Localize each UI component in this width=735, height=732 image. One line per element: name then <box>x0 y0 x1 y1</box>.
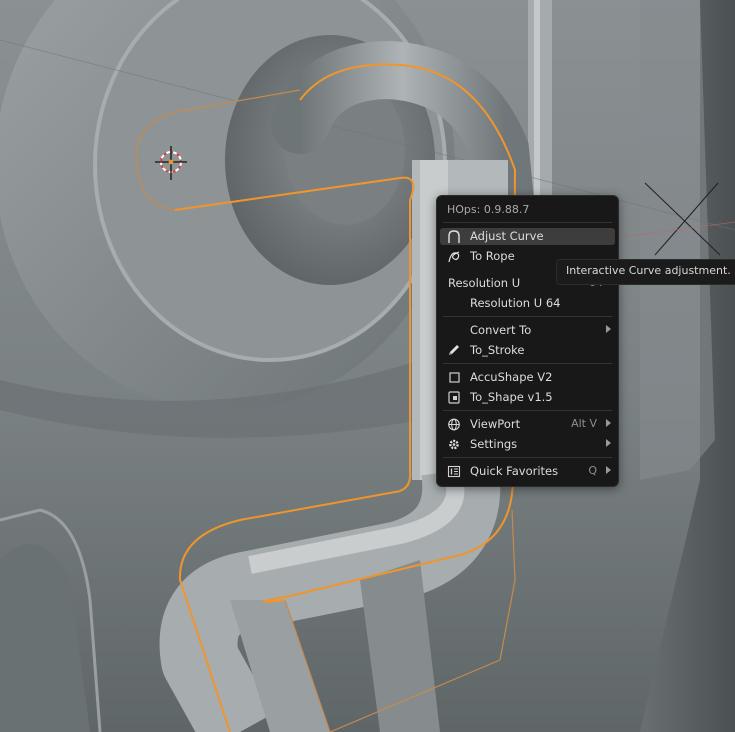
quick-favorites-shortcut: Q <box>588 464 597 477</box>
shape-icon <box>447 391 461 404</box>
viewport-shortcut: Alt V <box>571 417 597 430</box>
menu-item-to-shape[interactable]: To_Shape v1.5 <box>440 389 615 406</box>
menu-item-resolution-u-64[interactable]: Resolution U 64 <box>440 295 615 312</box>
square-outline-icon <box>447 371 461 384</box>
menu-divider <box>443 457 612 458</box>
submenu-arrow-icon <box>606 325 611 333</box>
accushape-label: AccuShape V2 <box>470 370 553 384</box>
3d-viewport[interactable]: HOps: 0.9.88.7 Adjust Curve To Rope Reso… <box>0 0 735 732</box>
submenu-arrow-icon <box>606 439 611 447</box>
viewport-scene <box>0 0 735 732</box>
menu-item-accushape[interactable]: AccuShape V2 <box>440 369 615 386</box>
menu-divider <box>443 363 612 364</box>
menu-divider <box>443 410 612 411</box>
menu-item-quick-favorites[interactable]: Quick Favorites Q <box>440 463 615 480</box>
resolution-u-label: Resolution U <box>448 276 521 290</box>
quick-favorites-label: Quick Favorites <box>470 464 559 478</box>
menu-title: HOps: 0.9.88.7 <box>447 203 530 216</box>
menu-item-settings[interactable]: Settings <box>440 436 615 453</box>
menu-item-viewport[interactable]: ViewPort Alt V <box>440 416 615 433</box>
submenu-arrow-icon <box>606 419 611 427</box>
to-rope-label: To Rope <box>470 249 515 263</box>
globe-icon <box>447 418 461 431</box>
adjust-curve-label: Adjust Curve <box>470 229 544 243</box>
hops-context-menu: HOps: 0.9.88.7 Adjust Curve To Rope Reso… <box>436 195 619 487</box>
menu-item-to-stroke[interactable]: To_Stroke <box>440 342 615 359</box>
rope-icon <box>447 250 461 263</box>
menu-divider <box>443 316 612 317</box>
curve-arch-icon <box>447 230 461 243</box>
resolution-u-64-label: Resolution U 64 <box>470 296 561 310</box>
gear-icon <box>447 438 461 451</box>
viewport-label: ViewPort <box>470 417 521 431</box>
pencil-icon <box>447 344 461 357</box>
menu-divider <box>443 222 612 223</box>
convert-to-label: Convert To <box>470 323 532 337</box>
quick-favorites-icon <box>447 465 461 478</box>
menu-item-convert-to[interactable]: Convert To <box>440 322 615 339</box>
settings-label: Settings <box>470 437 518 451</box>
menu-item-adjust-curve[interactable]: Adjust Curve <box>440 228 615 245</box>
to-stroke-label: To_Stroke <box>470 343 525 357</box>
submenu-arrow-icon <box>606 466 611 474</box>
tooltip: Interactive Curve adjustment. 1/ <box>556 259 735 285</box>
to-shape-label: To_Shape v1.5 <box>470 390 553 404</box>
